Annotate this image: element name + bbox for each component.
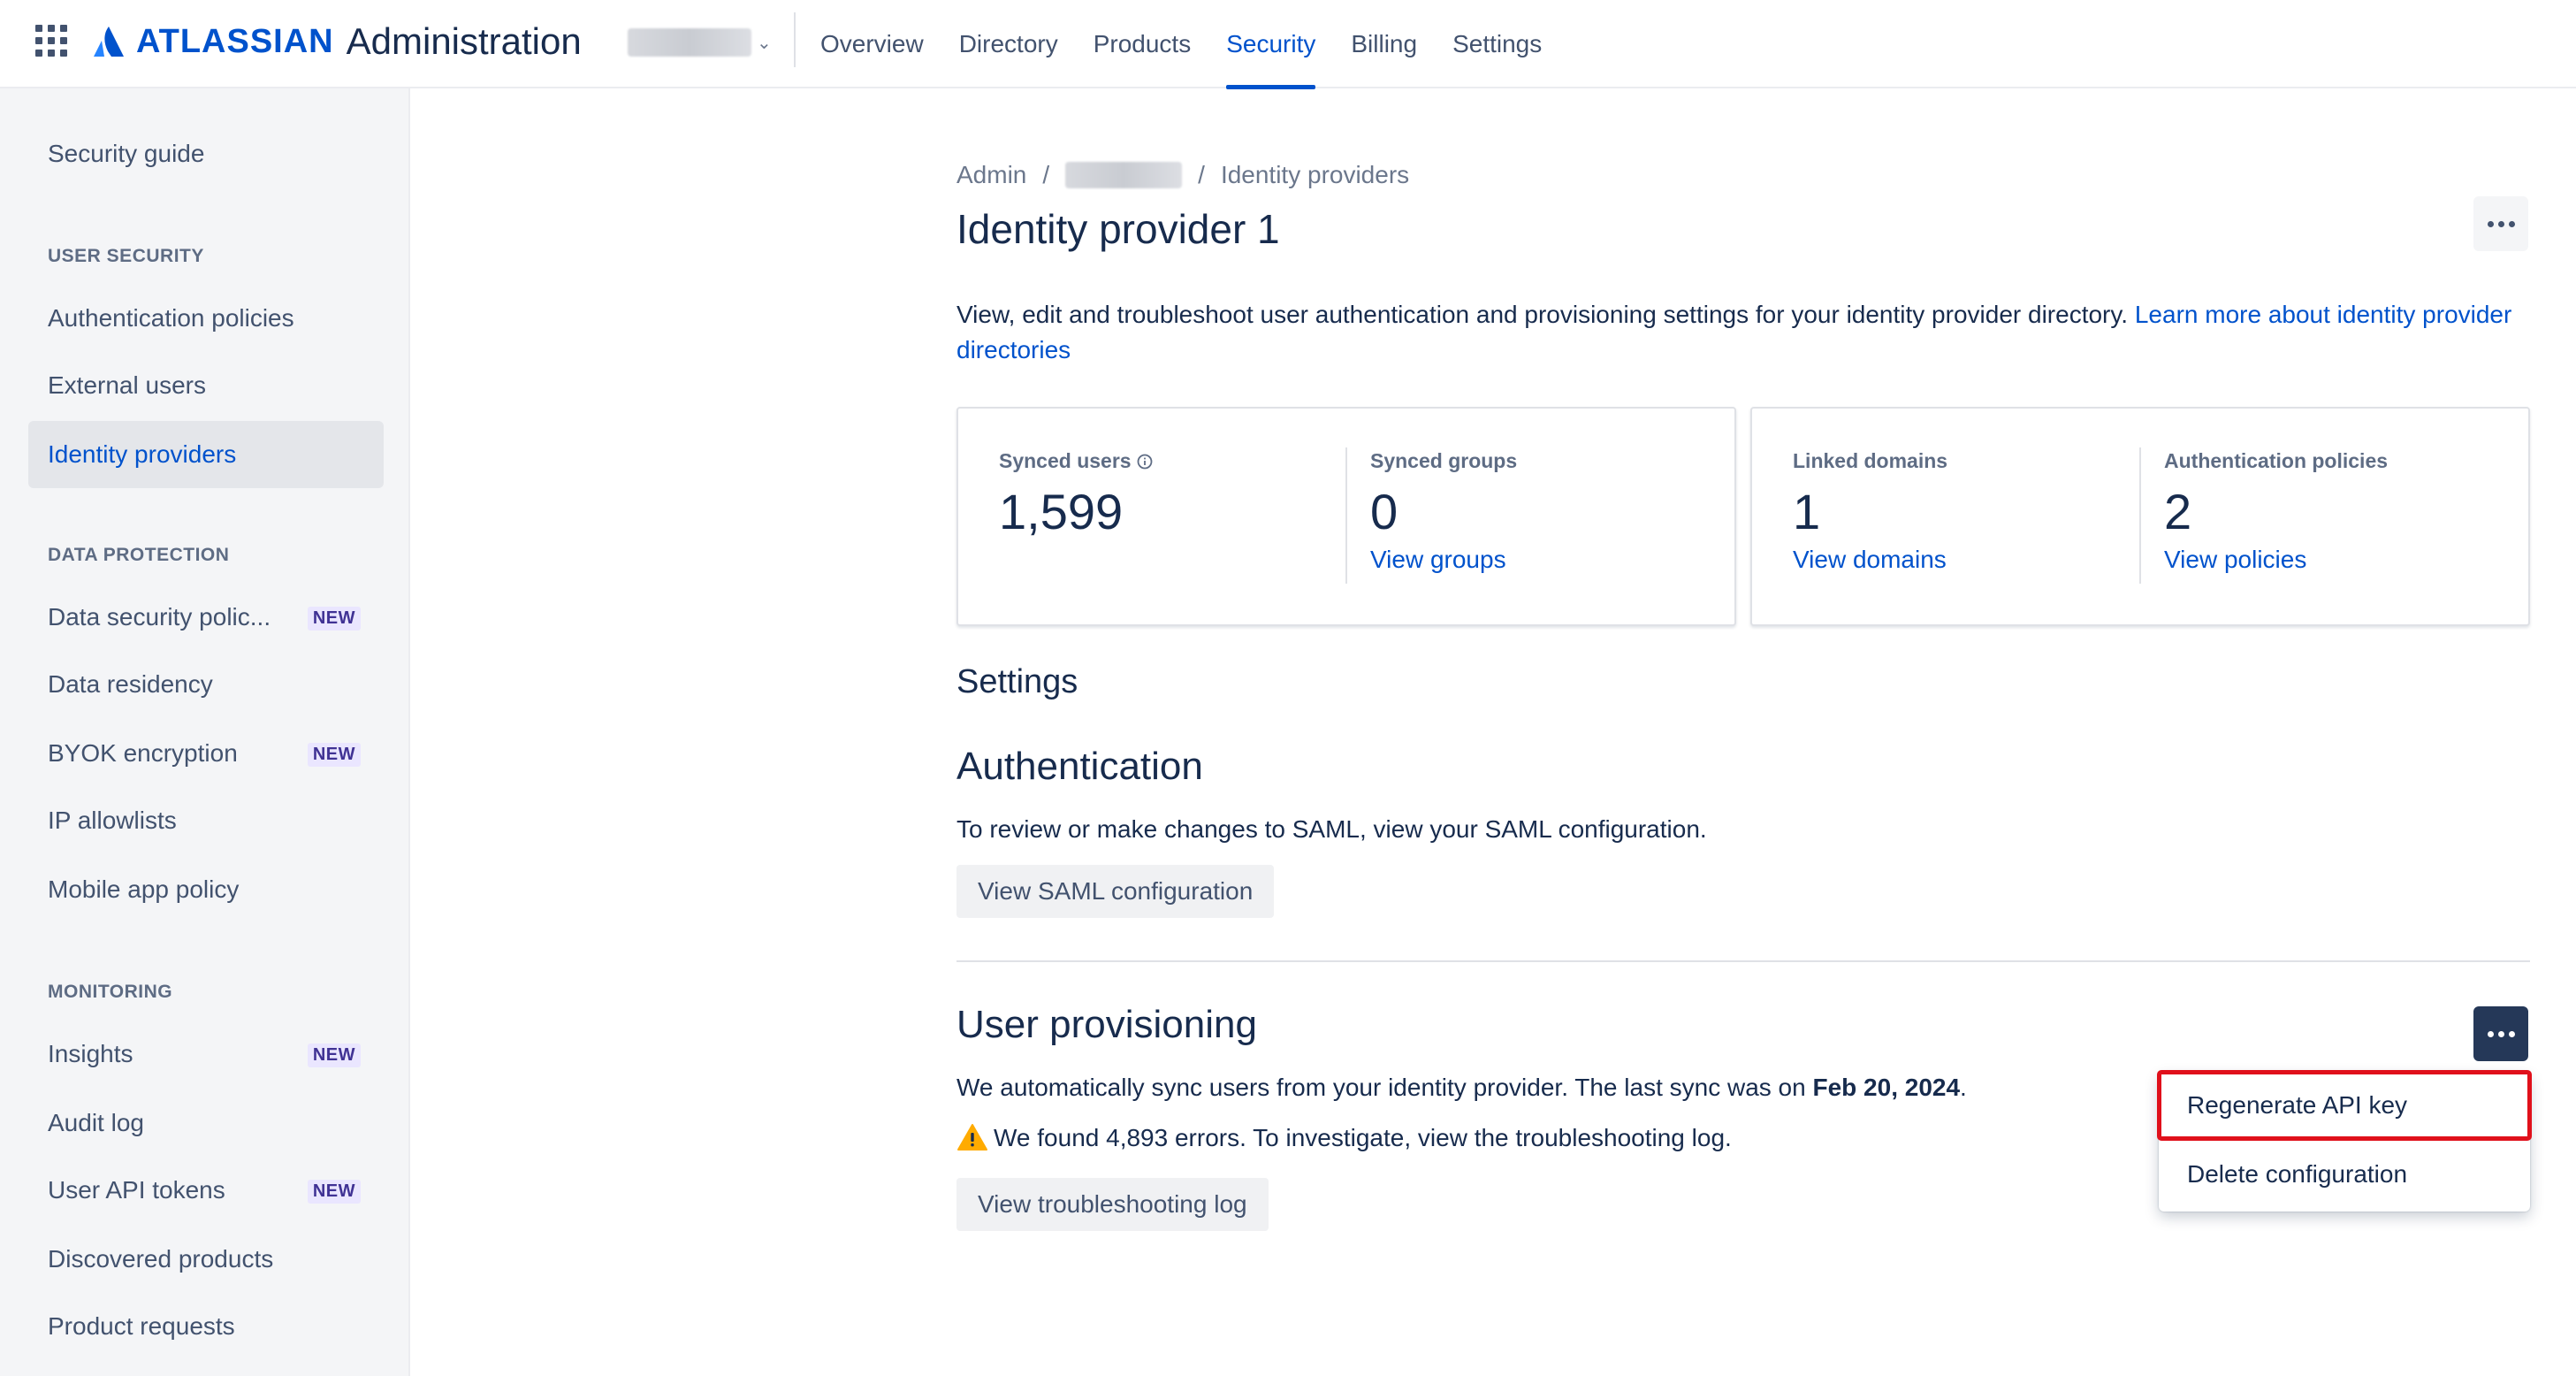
brand-name: ATLASSIAN xyxy=(136,22,334,60)
sidebar-item-ip-allowlists[interactable]: IP allowlists xyxy=(28,787,384,854)
breadcrumb-redacted-organization[interactable] xyxy=(1065,162,1183,188)
new-badge: NEW xyxy=(307,1180,361,1204)
top-navigation-bar: ATLASSIAN Administration ⌄ Overview Dire… xyxy=(0,0,2576,89)
nav-directory[interactable]: Directory xyxy=(941,0,1076,88)
sidebar-item-security-guide[interactable]: Security guide xyxy=(28,120,384,187)
authentication-policies-label: Authentication policies xyxy=(2164,449,2389,472)
page-title: Identity provider 1 xyxy=(956,206,1280,252)
atlassian-logo-icon xyxy=(94,27,124,57)
nav-security[interactable]: Security xyxy=(1208,0,1333,89)
main-nav: Overview Directory Products Security Bil… xyxy=(803,0,1559,89)
sidebar-item-insights[interactable]: Insights NEW xyxy=(28,1021,384,1088)
sidebar-item-label: Data security polic... xyxy=(48,603,271,631)
domains-policies-stats-card: Linked domains 1 View domains Authentica… xyxy=(1750,407,2530,626)
synced-groups-value: 0 xyxy=(1370,484,1399,539)
nav-overview[interactable]: Overview xyxy=(803,0,941,88)
sidebar-item-user-api-tokens[interactable]: User API tokens NEW xyxy=(28,1157,384,1224)
directory-stats-card: Synced users 1,599 Synced groups 0 View … xyxy=(956,407,1736,626)
warning-icon xyxy=(957,1124,987,1150)
breadcrumb-separator: / xyxy=(1042,161,1050,188)
synced-users-label: Synced users xyxy=(999,449,1132,472)
provisioning-warning: We found 4,893 errors. To investigate, v… xyxy=(956,1123,1732,1152)
sidebar-item-label: Insights xyxy=(48,1040,133,1067)
synced-groups-stat: Synced groups 0 View groups xyxy=(1370,449,1517,574)
authentication-policies-value: 2 xyxy=(2164,484,2192,539)
breadcrumb-identity-providers[interactable]: Identity providers xyxy=(1221,161,1409,189)
authentication-description: To review or make changes to SAML, view … xyxy=(956,815,1707,843)
view-troubleshooting-log-button[interactable]: View troubleshooting log xyxy=(956,1178,1269,1231)
breadcrumb-admin[interactable]: Admin xyxy=(956,161,1026,189)
linked-domains-label: Linked domains xyxy=(1793,449,1948,472)
provisioning-description: We automatically sync users from your id… xyxy=(956,1074,1967,1102)
sidebar-item-external-users[interactable]: External users xyxy=(28,352,384,419)
info-icon[interactable] xyxy=(1137,454,1153,470)
nav-settings[interactable]: Settings xyxy=(1435,0,1559,88)
chevron-down-icon: ⌄ xyxy=(757,33,772,53)
sidebar-item-product-requests[interactable]: Product requests xyxy=(28,1293,384,1360)
provisioning-more-actions-button[interactable] xyxy=(2473,1006,2528,1061)
stat-divider xyxy=(1345,447,1347,584)
linked-domains-stat: Linked domains 1 View domains xyxy=(1793,449,1947,574)
sidebar-heading-monitoring: MONITORING xyxy=(48,982,173,1002)
sidebar-item-byok-encryption[interactable]: BYOK encryption NEW xyxy=(28,720,384,787)
authentication-policies-stat: Authentication policies 2 View policies xyxy=(2164,449,2388,574)
nav-divider xyxy=(794,12,796,67)
view-domains-link[interactable]: View domains xyxy=(1793,546,1947,574)
authentication-heading: Authentication xyxy=(956,745,1203,788)
stat-divider xyxy=(2139,447,2141,584)
synced-groups-label: Synced groups xyxy=(1370,449,1518,472)
more-icon xyxy=(2487,220,2515,227)
product-name: Administration xyxy=(346,20,582,62)
synced-users-stat: Synced users 1,599 xyxy=(999,449,1153,539)
new-badge: NEW xyxy=(307,607,361,631)
delete-configuration-menu-item[interactable]: Delete configuration xyxy=(2159,1141,2530,1208)
linked-domains-value: 1 xyxy=(1793,484,1821,539)
view-groups-link[interactable]: View groups xyxy=(1370,546,1517,574)
description-text: View, edit and troubleshoot user authent… xyxy=(956,301,2129,328)
last-sync-date: Feb 20, 2024 xyxy=(1812,1074,1961,1101)
view-saml-configuration-button[interactable]: View SAML configuration xyxy=(956,865,1275,918)
provisioning-text-suffix: . xyxy=(1960,1074,1967,1101)
sidebar-item-label: BYOK encryption xyxy=(48,739,238,767)
sidebar: Security guide USER SECURITY Authenticat… xyxy=(0,88,410,1376)
regenerate-api-key-menu-item[interactable]: Regenerate API key xyxy=(2157,1070,2532,1141)
sidebar-item-discovered-products[interactable]: Discovered products xyxy=(28,1226,384,1293)
sidebar-heading-data-protection: DATA PROTECTION xyxy=(48,545,230,565)
synced-users-value: 1,599 xyxy=(999,484,1124,539)
provisioning-actions-menu: Regenerate API key Delete configuration xyxy=(2157,1070,2532,1212)
settings-heading: Settings xyxy=(956,663,1078,700)
page-more-actions-button[interactable] xyxy=(2473,196,2528,251)
view-policies-link[interactable]: View policies xyxy=(2164,546,2388,574)
sidebar-item-identity-providers[interactable]: Identity providers xyxy=(28,421,384,488)
nav-products[interactable]: Products xyxy=(1076,0,1209,88)
organization-selector[interactable]: ⌄ xyxy=(628,25,776,60)
sidebar-item-mobile-app-policy[interactable]: Mobile app policy xyxy=(28,856,384,923)
section-divider xyxy=(956,960,2530,962)
breadcrumb-separator: / xyxy=(1198,161,1205,188)
atlassian-logo[interactable]: ATLASSIAN Administration xyxy=(92,19,582,64)
sidebar-item-authentication-policies[interactable]: Authentication policies xyxy=(28,285,384,352)
warning-text: We found 4,893 errors. To investigate, v… xyxy=(994,1124,1732,1151)
new-badge: NEW xyxy=(307,743,361,767)
redacted-organization-name xyxy=(628,28,751,57)
sidebar-item-audit-log[interactable]: Audit log xyxy=(28,1089,384,1157)
app-switcher-icon[interactable] xyxy=(35,25,67,57)
provisioning-text: We automatically sync users from your id… xyxy=(956,1074,1806,1101)
sidebar-item-data-residency[interactable]: Data residency xyxy=(28,651,384,718)
more-icon xyxy=(2487,1030,2515,1037)
page-description: View, edit and troubleshoot user authent… xyxy=(956,297,2512,368)
new-badge: NEW xyxy=(307,1043,361,1067)
sidebar-item-data-security-policies[interactable]: Data security polic... NEW xyxy=(28,584,384,651)
user-provisioning-heading: User provisioning xyxy=(956,1003,1257,1046)
sidebar-heading-user-security: USER SECURITY xyxy=(48,246,204,266)
sidebar-item-label: User API tokens xyxy=(48,1176,225,1204)
nav-billing[interactable]: Billing xyxy=(1333,0,1435,88)
breadcrumb: Admin / / Identity providers xyxy=(956,161,1409,189)
